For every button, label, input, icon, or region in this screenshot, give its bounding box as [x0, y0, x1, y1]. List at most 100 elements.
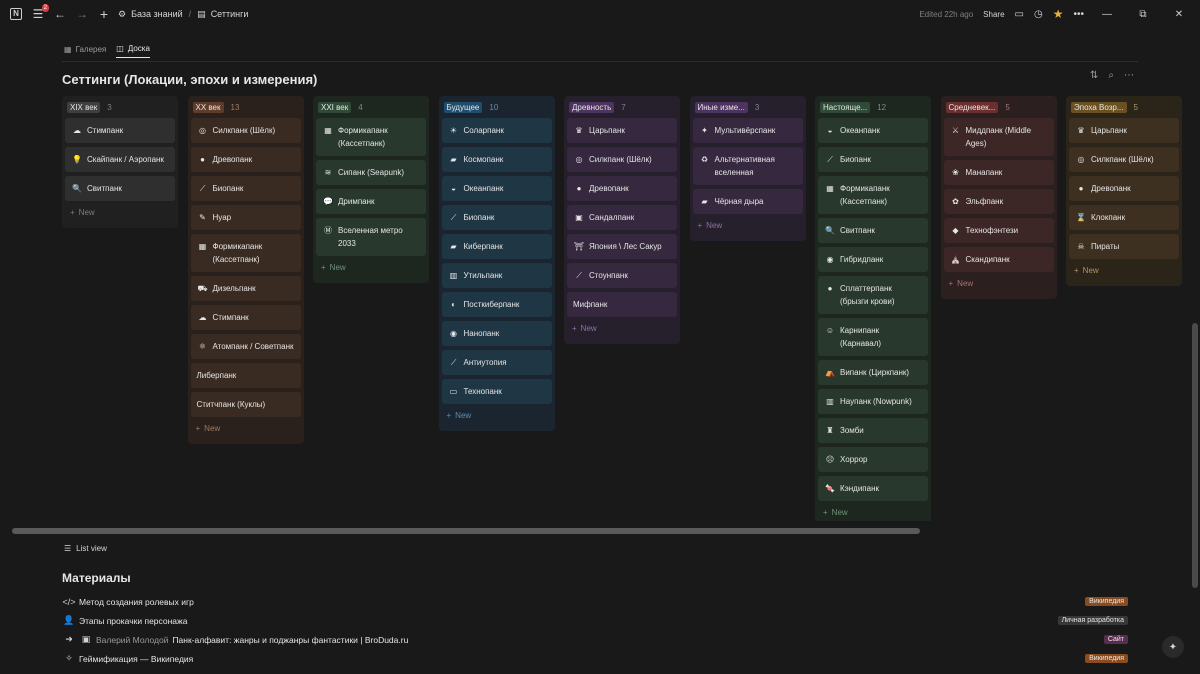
column-header[interactable]: Средневек... 5: [944, 99, 1054, 115]
board-card[interactable]: 💬 Дримпанк: [316, 189, 426, 214]
board-card[interactable]: ◎ Силкпанк (Шёлк): [1069, 147, 1179, 172]
board-card[interactable]: ● Древопанк: [190, 147, 301, 172]
list-item[interactable]: 👤 Этапы прокачки персонажа Личная разработ…: [62, 611, 1128, 630]
back-arrow-icon[interactable]: ←: [52, 6, 68, 22]
board-card[interactable]: ▥ Утильпанк: [441, 263, 552, 288]
board-card[interactable]: ⛩ Япония \ Лес Сакур: [567, 234, 677, 259]
board-card[interactable]: ⛪ Скандипанк: [943, 247, 1054, 272]
column-header[interactable]: XIX век 3: [65, 99, 175, 115]
board-card[interactable]: ▥ Наупанк (Nowpunk): [818, 389, 928, 414]
board-card[interactable]: ◒ Океанпанк: [441, 176, 552, 201]
vertical-scrollbar[interactable]: [1190, 28, 1200, 674]
board-card[interactable]: ☹ Хоррор: [818, 447, 928, 472]
board-card[interactable]: ⟋ Биопанк: [441, 205, 552, 230]
board-card[interactable]: ▰ Киберпанк: [441, 234, 552, 259]
horizontal-scrollbar-thumb[interactable]: [12, 528, 920, 534]
column-header[interactable]: Древность 7: [567, 99, 677, 115]
board-card[interactable]: ◎ Силкпанк (Шёлк): [190, 118, 301, 143]
column-header[interactable]: XXI век 4: [316, 99, 426, 115]
board-card[interactable]: ☀ Соларпанк: [441, 118, 552, 143]
board-card[interactable]: ▦ Формикапанк (Кассетпанк): [190, 234, 301, 272]
board-card[interactable]: ☠ Пираты: [1069, 234, 1179, 259]
filter-icon[interactable]: ⇅: [1090, 70, 1098, 81]
board-card[interactable]: ◉ Гибридпанк: [818, 247, 928, 272]
board-card[interactable]: ◐ Посткиберпанк: [441, 292, 552, 317]
horizontal-scrollbar[interactable]: [8, 527, 1200, 535]
board-card[interactable]: Либерпанк: [190, 363, 301, 388]
board-card[interactable]: ⛟ Дизельпанк: [190, 276, 301, 301]
board-card[interactable]: ♛ Царьпанк: [567, 118, 677, 143]
tab-board[interactable]: ◫ Доска: [116, 44, 150, 58]
board-card[interactable]: Ститчпанк (Куклы): [190, 392, 301, 417]
board-card[interactable]: ▦ Формикапанк (Кассетпанк): [316, 118, 426, 156]
column-header[interactable]: Эпоха Возр... 5: [1069, 99, 1179, 115]
board-card[interactable]: ❀ Манапанк: [943, 160, 1054, 185]
board-card[interactable]: ▰ Космопанк: [441, 147, 552, 172]
board-card[interactable]: ✎ Нуар: [190, 205, 301, 230]
board-card[interactable]: ✿ Эльфпанк: [943, 189, 1054, 214]
board-card[interactable]: Мифпанк: [567, 292, 677, 317]
board-card[interactable]: ♻ Альтернативная вселенная: [692, 147, 803, 185]
board-card[interactable]: ◒ Океанпанк: [818, 118, 928, 143]
breadcrumb-item-knowledge-base[interactable]: База знаний: [131, 9, 183, 19]
new-card-button[interactable]: + New: [567, 321, 677, 336]
favorite-star-icon[interactable]: ★: [1053, 7, 1064, 21]
board-card[interactable]: ⛺ Випанк (Циркпанк): [818, 360, 928, 385]
materials-title[interactable]: Материалы: [62, 571, 131, 585]
board-card[interactable]: ♛ Царьпанк: [1069, 118, 1179, 143]
column-header[interactable]: Будущее 10: [442, 99, 552, 115]
board-card[interactable]: ◉ Нанопанк: [441, 321, 552, 346]
ai-assistant-button[interactable]: ✦: [1162, 636, 1184, 658]
minimize-window-icon[interactable]: —: [1094, 9, 1120, 20]
vertical-scrollbar-thumb[interactable]: [1192, 323, 1198, 588]
new-card-button[interactable]: + New: [442, 408, 552, 423]
board-card[interactable]: ● Древопанк: [1069, 176, 1179, 201]
board-card[interactable]: ✦ Мультивёрспанк: [692, 118, 803, 143]
list-item[interactable]: </> Метод создания ролевых игр Википедия: [62, 592, 1128, 611]
close-window-icon[interactable]: ✕: [1166, 9, 1192, 20]
new-card-button[interactable]: + New: [818, 505, 928, 520]
board-card[interactable]: ● Сплаттерпанк (брызги крови): [818, 276, 928, 314]
board-card[interactable]: 💡 Скайпанк / Аэропанк: [65, 147, 175, 172]
new-card-button[interactable]: + New: [316, 260, 426, 275]
board-card[interactable]: ▣ Сандалпанк: [567, 205, 677, 230]
board-card[interactable]: ☁ Стимпанк: [65, 118, 175, 143]
board-title[interactable]: Сеттинги (Локации, эпохи и измерения): [62, 72, 317, 87]
board-card[interactable]: ♜ Зомби: [818, 418, 928, 443]
board-card[interactable]: ▰ Чёрная дыра: [692, 189, 803, 214]
new-card-button[interactable]: + New: [1069, 263, 1179, 278]
tab-gallery[interactable]: ▦ Галерея: [64, 44, 106, 58]
share-button[interactable]: Share: [983, 10, 1004, 19]
board-card[interactable]: ◆ Технофэнтези: [943, 218, 1054, 243]
board-card[interactable]: ⟋ Стоунпанк: [567, 263, 677, 288]
board-card[interactable]: Ⓜ Вселенная метро 2033: [316, 218, 426, 256]
new-page-plus-icon[interactable]: +: [96, 6, 112, 22]
restore-window-icon[interactable]: ⧉: [1130, 9, 1156, 20]
new-card-button[interactable]: + New: [693, 218, 803, 233]
column-header[interactable]: XX век 13: [191, 99, 301, 115]
board-card[interactable]: ⟋ Антиутопия: [441, 350, 552, 375]
board-card[interactable]: ☺ Карнипанк (Карнавал): [818, 318, 928, 356]
notion-logo-icon[interactable]: N: [8, 6, 24, 22]
board-card[interactable]: 🔍 Свитпанк: [65, 176, 175, 201]
sidebar-menu-icon[interactable]: ☰ 2: [30, 4, 49, 22]
more-options-icon[interactable]: •••: [1073, 9, 1084, 20]
breadcrumb-item-settings[interactable]: Сеттинги: [211, 9, 249, 19]
forward-arrow-icon[interactable]: →: [74, 6, 90, 22]
board-card[interactable]: ⟋ Биопанк: [190, 176, 301, 201]
column-header[interactable]: Настояще... 12: [818, 99, 928, 115]
board-card[interactable]: 🔍 Свитпанк: [818, 218, 928, 243]
board-card[interactable]: ⟋ Биопанк: [818, 147, 928, 172]
board-card[interactable]: ▦ Формикапанк (Кассетпанк): [818, 176, 928, 214]
new-card-button[interactable]: + New: [65, 205, 175, 220]
board-card[interactable]: ☁ Стимпанк: [190, 305, 301, 330]
comments-icon[interactable]: ▭: [1015, 9, 1024, 20]
board-card[interactable]: ⚛ Атомпанк / Советпанк: [190, 334, 301, 359]
more-options-icon[interactable]: ⋯: [1124, 70, 1134, 81]
column-header[interactable]: Иные изме... 3: [693, 99, 803, 115]
board-card[interactable]: ◎ Силкпанк (Шёлк): [567, 147, 677, 172]
new-card-button[interactable]: + New: [944, 276, 1054, 291]
list-item[interactable]: ✧ Геймификация — Википедия Википедия: [62, 649, 1128, 668]
board-card[interactable]: 🍬 Кэндипанк: [818, 476, 928, 501]
board-card[interactable]: ≋ Сипанк (Seapunk): [316, 160, 426, 185]
